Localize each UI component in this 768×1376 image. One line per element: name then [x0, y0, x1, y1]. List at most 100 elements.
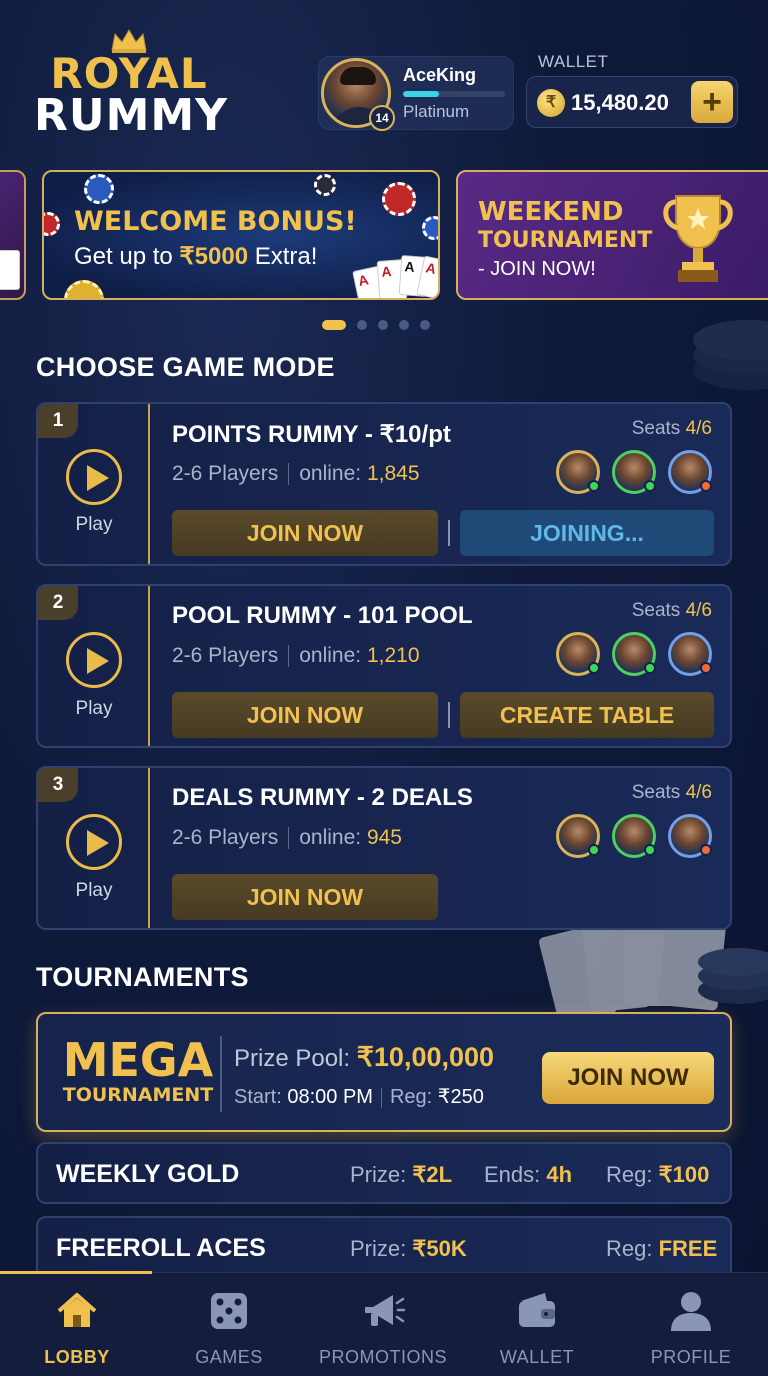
nav-item-promotions[interactable]: PROMOTIONS — [306, 1273, 460, 1376]
avatar — [556, 814, 600, 858]
avatar — [612, 632, 656, 676]
wallet-balance-box[interactable]: ₹ 15,480.20 + — [526, 76, 738, 128]
nav-label: LOBBY — [44, 1347, 110, 1367]
person-icon — [671, 1292, 711, 1331]
bottom-nav: LOBBY GAMES PROMOTIONS WALLET PROFILE — [0, 1271, 768, 1376]
xp-progress-bar — [403, 91, 505, 97]
mega-start-reg: Start: 08:00 PM Reg: ₹250 — [234, 1086, 484, 1108]
wallet-label: WALLET — [538, 52, 609, 71]
tournament-name: WEEKLY GOLD — [56, 1160, 240, 1188]
carousel-dot[interactable] — [420, 320, 430, 330]
game-card-deals-rummy[interactable]: 3 Play DEALS RUMMY - 2 DEALS 2-6 Players… — [36, 766, 732, 930]
seats-count: Seats 4/6 — [631, 782, 712, 803]
tournament-prize: Prize: ₹50K — [350, 1236, 467, 1261]
tournament-ends: Ends: 4h — [484, 1162, 573, 1187]
logo-line2: RUMMY — [34, 90, 229, 141]
trophy-icon — [663, 195, 733, 282]
logo-line1: ROYAL — [50, 49, 208, 98]
carousel-dot[interactable] — [322, 320, 346, 330]
tournament-name: FREEROLL ACES — [56, 1234, 266, 1262]
carousel-dot[interactable] — [399, 320, 409, 330]
tournament-row-weekly-gold[interactable]: WEEKLY GOLD Prize: ₹2L Ends: 4h Reg: ₹10… — [36, 1142, 732, 1204]
profile-tier: Platinum — [403, 102, 470, 121]
background-chips-decoration — [693, 320, 768, 390]
join-now-button[interactable]: JOIN NOW — [172, 510, 438, 556]
rupee-coin-icon: ₹ — [537, 89, 565, 117]
nav-label: GAMES — [195, 1347, 263, 1367]
app-logo[interactable]: ROYAL RUMMY — [34, 28, 229, 141]
weekend-title-line1: WEEKEND — [478, 197, 624, 227]
banner-weekend-tournament[interactable]: WEEKEND TOURNAMENT - JOIN NOW! — [456, 170, 768, 300]
nav-item-profile[interactable]: PROFILE — [614, 1273, 768, 1376]
game-info: 2-6 Players online: 1,210 — [172, 644, 420, 668]
player-avatars — [556, 632, 712, 676]
avatar — [668, 450, 712, 494]
welcome-bonus-subtitle: Get up to ₹5000 Extra! — [74, 243, 318, 270]
game-number-badge: 3 — [38, 768, 78, 802]
dice-icon — [211, 1293, 247, 1329]
create-table-button[interactable]: CREATE TABLE — [460, 692, 714, 738]
tournament-reg: Reg: ₹100 — [606, 1162, 710, 1187]
add-money-button[interactable]: + — [691, 81, 733, 123]
player-avatars — [556, 814, 712, 858]
welcome-bonus-title: WELCOME BONUS! — [74, 206, 357, 237]
play-icon[interactable] — [66, 814, 122, 870]
avatar — [612, 814, 656, 858]
weekend-title-line2: TOURNAMENT — [478, 228, 653, 253]
play-label: Play — [75, 514, 113, 535]
play-icon[interactable] — [66, 449, 122, 505]
game-info: 2-6 Players online: 945 — [172, 826, 402, 850]
mega-prize-pool: Prize Pool: ₹10,00,000 — [234, 1042, 495, 1072]
avatar — [668, 814, 712, 858]
play-label: Play — [75, 698, 113, 719]
carousel-dot[interactable] — [378, 320, 388, 330]
mega-subtitle: TOURNAMENT — [62, 1084, 214, 1106]
join-now-button[interactable]: JOIN NOW — [172, 692, 438, 738]
weekend-subtitle: - JOIN NOW! — [478, 258, 596, 280]
carousel-dot[interactable] — [357, 320, 367, 330]
wallet-icon — [519, 1293, 555, 1327]
game-card-points-rummy[interactable]: 1 Play POINTS RUMMY - ₹10/pt 2-6 Players… — [36, 402, 732, 566]
joining-button[interactable]: JOINING... — [460, 510, 714, 556]
avatar — [668, 632, 712, 676]
profile-name: AceKing — [403, 65, 477, 85]
carousel-indicator — [322, 320, 430, 330]
home-icon — [57, 1293, 97, 1327]
mega-tournament-card[interactable]: MEGA TOURNAMENT Prize Pool: ₹10,00,000 S… — [36, 1012, 732, 1132]
nav-item-games[interactable]: GAMES — [152, 1273, 306, 1376]
level-badge: 14 — [369, 105, 395, 131]
game-number-badge: 2 — [38, 586, 78, 620]
section-title-game-mode: CHOOSE GAME MODE — [36, 352, 335, 382]
game-card-pool-rummy[interactable]: 2 Play POOL RUMMY - 101 POOL 2-6 Players… — [36, 584, 732, 748]
megaphone-icon — [365, 1295, 405, 1326]
profile-card[interactable]: 14 AceKing Platinum — [318, 56, 514, 131]
play-icon[interactable] — [66, 632, 122, 688]
mega-title: MEGA — [62, 1033, 214, 1087]
nav-label: PROMOTIONS — [318, 1347, 447, 1367]
join-now-button[interactable]: JOIN NOW — [172, 874, 438, 920]
wallet-balance: 15,480.20 — [571, 90, 669, 115]
seats-count: Seats 4/6 — [631, 600, 712, 621]
nav-label: WALLET — [499, 1347, 575, 1367]
nav-label: PROFILE — [650, 1347, 732, 1367]
game-title: POOL RUMMY - 101 POOL — [172, 602, 473, 629]
player-avatars — [556, 450, 712, 494]
tournament-reg: Reg: FREE — [606, 1236, 718, 1261]
game-info: 2-6 Players online: 1,845 — [172, 462, 420, 486]
banner-welcome-bonus[interactable]: WELCOME BONUS! Get up to ₹5000 Extra! A … — [42, 170, 440, 300]
nav-item-lobby[interactable]: LOBBY — [0, 1273, 154, 1376]
game-title: POINTS RUMMY - ₹10/pt — [172, 421, 451, 448]
game-number-badge: 1 — [38, 404, 78, 438]
game-title: DEALS RUMMY - 2 DEALS — [172, 784, 473, 811]
nav-item-wallet[interactable]: WALLET — [460, 1273, 614, 1376]
avatar — [556, 450, 600, 494]
section-title-tournaments: TOURNAMENTS — [36, 962, 249, 992]
mega-join-now-button[interactable]: JOIN NOW — [542, 1052, 714, 1104]
avatar — [612, 450, 656, 494]
tournament-prize: Prize: ₹2L — [350, 1162, 453, 1187]
banner-prev-partial[interactable] — [0, 170, 26, 300]
avatar — [556, 632, 600, 676]
top-header: ROYAL RUMMY 14 AceKing Platinum WALLET ₹… — [0, 0, 768, 160]
play-label: Play — [75, 880, 113, 901]
seats-count: Seats 4/6 — [631, 418, 712, 439]
